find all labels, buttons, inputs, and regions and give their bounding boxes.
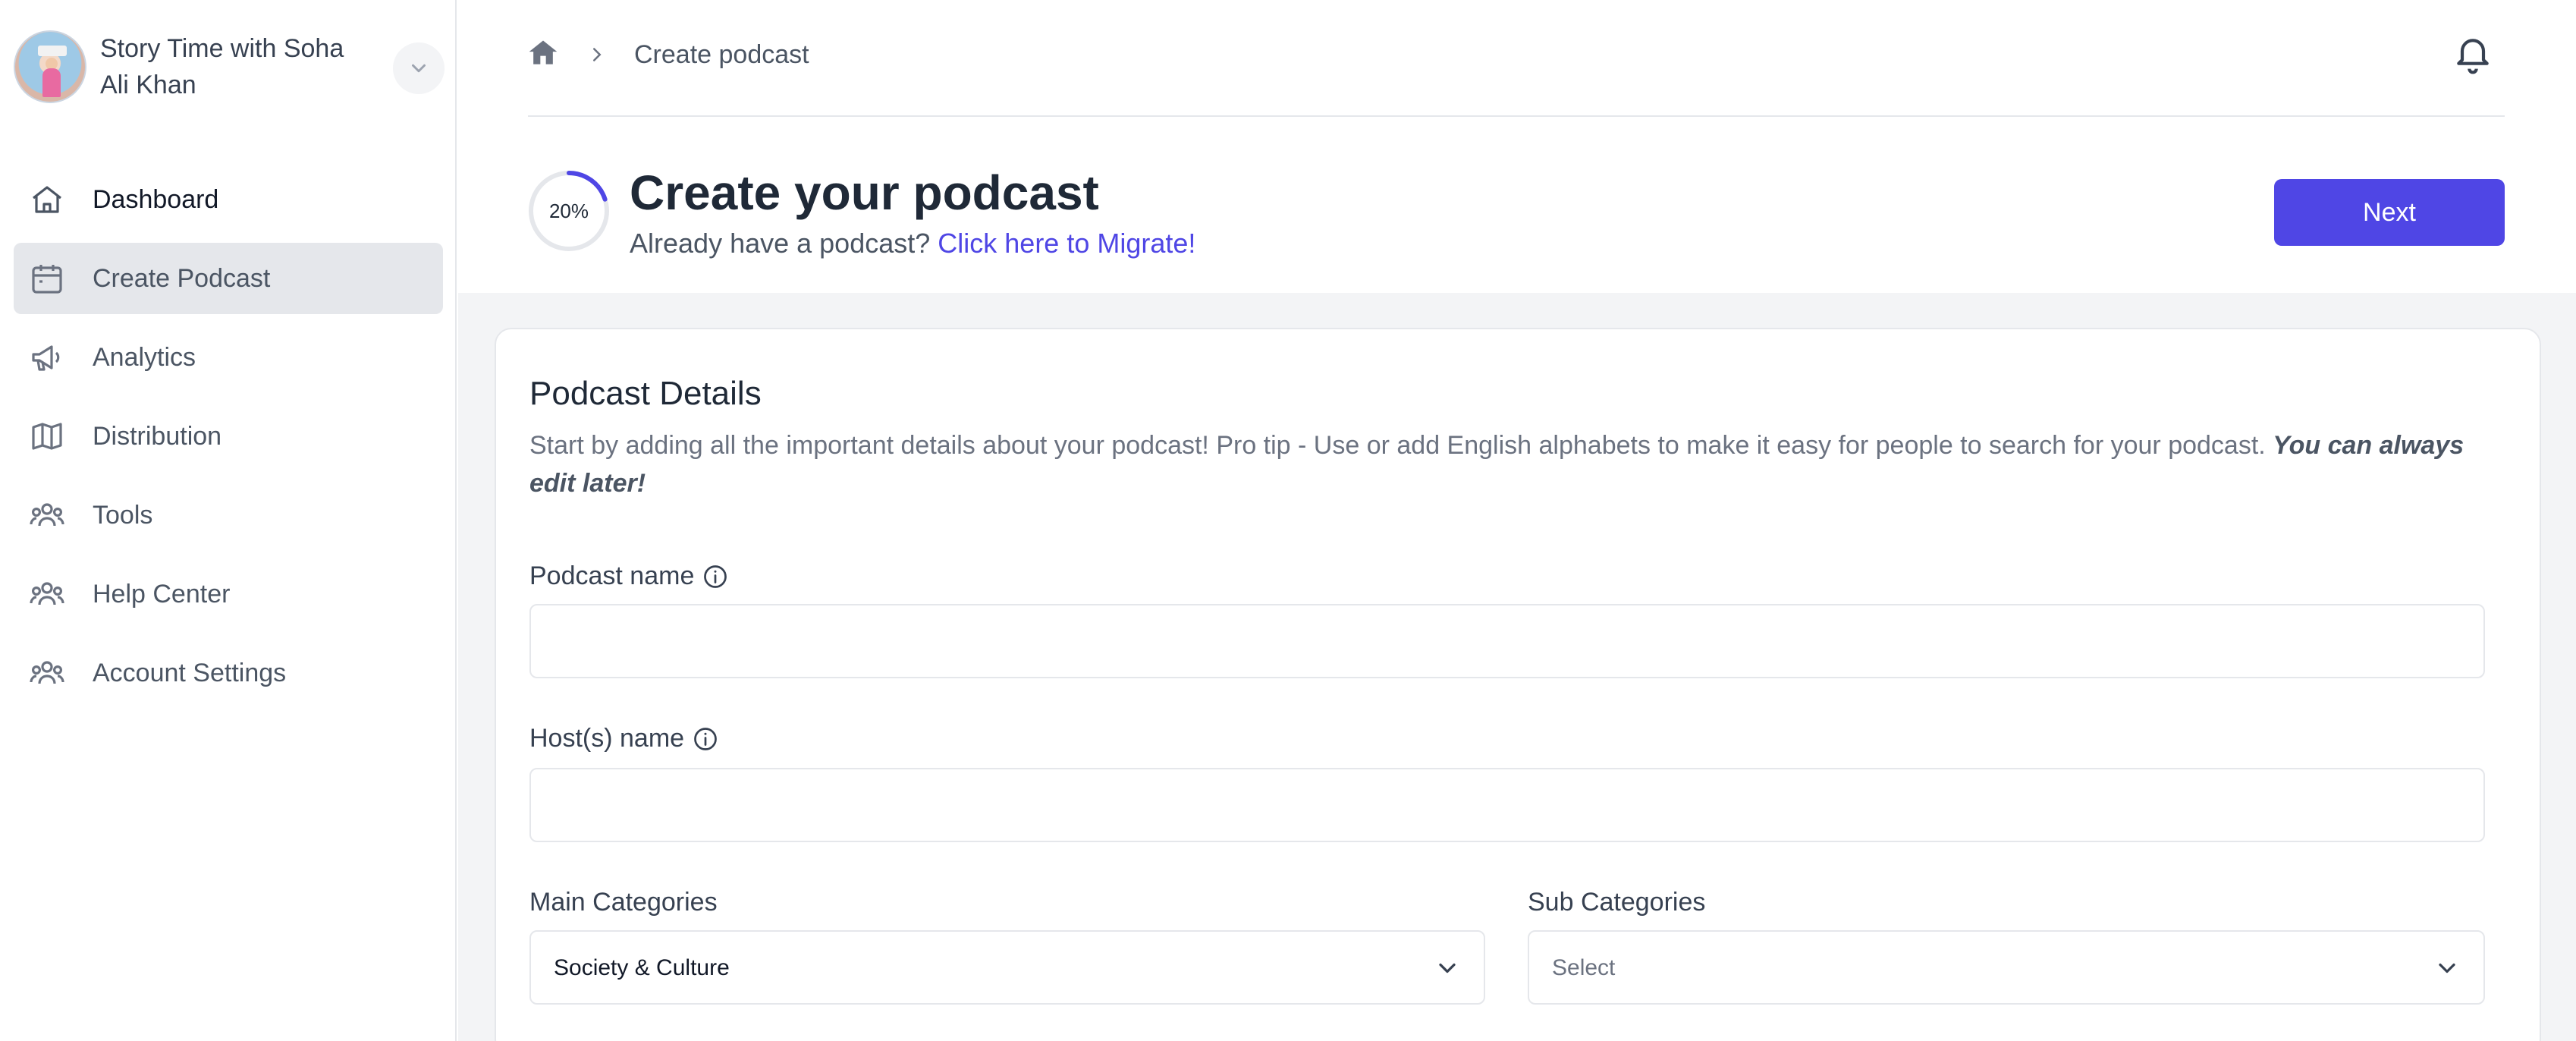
users-icon bbox=[29, 655, 65, 691]
sidebar-item-label: Distribution bbox=[93, 422, 222, 451]
sidebar-item-label: Help Center bbox=[93, 580, 231, 609]
sidebar-item-label: Create Podcast bbox=[93, 264, 271, 293]
chevron-down-icon bbox=[2433, 955, 2461, 982]
map-icon bbox=[29, 418, 65, 454]
sidebar-item-help-center[interactable]: Help Center bbox=[14, 558, 443, 630]
sidebar: Story Time with Soha Ali Khan Dashboard … bbox=[0, 0, 457, 1041]
host-name-label: Host(s) name bbox=[529, 724, 719, 753]
host-name-label-text: Host(s) name bbox=[529, 724, 685, 753]
chevron-right-icon bbox=[586, 43, 608, 66]
sub-categories-value: Select bbox=[1552, 955, 1616, 980]
progress-ring: 20% bbox=[526, 168, 611, 253]
sidebar-item-label: Account Settings bbox=[93, 659, 287, 687]
podcast-name-label: Podcast name bbox=[529, 561, 729, 591]
podcast-name-label-text: Podcast name bbox=[529, 561, 695, 590]
avatar bbox=[14, 30, 86, 103]
next-button[interactable]: Next bbox=[2274, 179, 2505, 246]
sidebar-item-label: Dashboard bbox=[93, 185, 219, 214]
migrate-link[interactable]: Click here to Migrate! bbox=[938, 228, 1195, 259]
bell-icon[interactable] bbox=[2452, 33, 2494, 76]
sidebar-item-create-podcast[interactable]: Create Podcast bbox=[14, 243, 443, 314]
sidebar-item-dashboard[interactable]: Dashboard bbox=[14, 164, 443, 235]
description-text: Start by adding all the important detail… bbox=[529, 431, 2266, 460]
section-description: Start by adding all the important detail… bbox=[529, 426, 2502, 502]
section-title: Podcast Details bbox=[529, 375, 762, 412]
info-icon[interactable] bbox=[692, 725, 719, 753]
podcast-details-card: Podcast Details Start by adding all the … bbox=[495, 328, 2541, 1041]
breadcrumb-current: Create podcast bbox=[634, 39, 809, 69]
sidebar-item-label: Analytics bbox=[93, 343, 196, 372]
sidebar-item-distribution[interactable]: Distribution bbox=[14, 401, 443, 472]
host-name-input[interactable] bbox=[529, 768, 2485, 842]
sub-categories-label: Sub Categories bbox=[1528, 888, 1706, 917]
chevron-down-icon[interactable] bbox=[393, 42, 445, 94]
users-icon bbox=[29, 576, 65, 612]
sidebar-nav: Dashboard Create Podcast Analytics Distr… bbox=[14, 164, 443, 716]
main-categories-label: Main Categories bbox=[529, 888, 718, 917]
sidebar-item-analytics[interactable]: Analytics bbox=[14, 322, 443, 393]
sidebar-item-account-settings[interactable]: Account Settings bbox=[14, 637, 443, 709]
info-icon[interactable] bbox=[702, 563, 729, 590]
page-subtitle: Already have a podcast? Click here to Mi… bbox=[630, 225, 1195, 263]
chevron-down-icon bbox=[1434, 955, 1461, 982]
home-icon bbox=[29, 181, 65, 218]
main-categories-select[interactable]: Society & Culture bbox=[529, 930, 1485, 1005]
podcast-name-input[interactable] bbox=[529, 604, 2485, 678]
sidebar-item-tools[interactable]: Tools bbox=[14, 480, 443, 551]
profile-name: Story Time with Soha Ali Khan bbox=[100, 34, 344, 99]
header-divider bbox=[528, 115, 2505, 117]
page-title: Create your podcast bbox=[630, 165, 1099, 220]
home-icon[interactable] bbox=[526, 36, 560, 74]
subtitle-text: Already have a podcast? bbox=[630, 228, 931, 259]
sidebar-item-label: Tools bbox=[93, 501, 153, 530]
users-icon bbox=[29, 497, 65, 533]
sub-categories-select[interactable]: Select bbox=[1528, 930, 2485, 1005]
profile-switcher[interactable]: Story Time with Soha Ali Khan bbox=[14, 29, 445, 105]
breadcrumb: Create podcast bbox=[526, 32, 809, 77]
calendar-icon bbox=[29, 260, 65, 297]
main-categories-value: Society & Culture bbox=[554, 955, 730, 980]
progress-label: 20% bbox=[548, 200, 589, 222]
megaphone-icon bbox=[29, 339, 65, 376]
